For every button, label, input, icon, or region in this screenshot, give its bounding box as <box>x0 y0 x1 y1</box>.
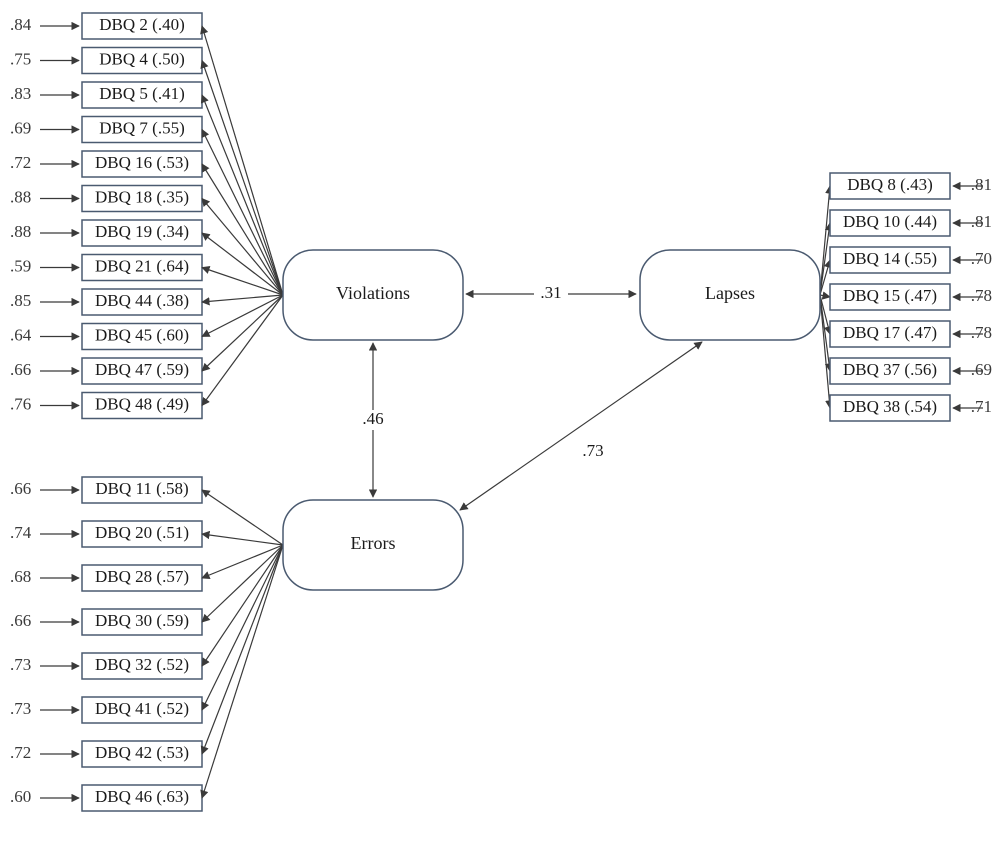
indicator-label: DBQ 44 (.38) <box>95 291 189 310</box>
indicator-label: DBQ 41 (.52) <box>95 699 189 718</box>
indicator-label: DBQ 7 (.55) <box>99 118 184 137</box>
loading-path <box>202 61 283 296</box>
error-variance: .66 <box>10 360 31 379</box>
error-variance: .84 <box>10 15 32 34</box>
error-variance: .66 <box>10 479 31 498</box>
error-variance: .68 <box>10 567 31 586</box>
indicator-label: DBQ 21 (.64) <box>95 256 189 275</box>
error-variance: .88 <box>10 187 31 206</box>
loading-path <box>202 534 283 545</box>
loading-path <box>202 295 283 371</box>
error-variance: .81 <box>971 212 992 231</box>
error-variance: .69 <box>10 118 31 137</box>
indicator-label: DBQ 30 (.59) <box>95 611 189 630</box>
loading-path <box>202 95 283 295</box>
indicator-label: DBQ 16 (.53) <box>95 153 189 172</box>
indicator-label: DBQ 37 (.56) <box>843 360 937 379</box>
error-variance: .78 <box>971 286 992 305</box>
indicator-label: DBQ 47 (.59) <box>95 360 189 379</box>
error-variance: .75 <box>10 49 31 68</box>
error-variance: .88 <box>10 222 31 241</box>
error-variance: .71 <box>971 397 992 416</box>
error-variance: .83 <box>10 84 31 103</box>
loading-path <box>202 26 283 295</box>
indicator-label: DBQ 32 (.52) <box>95 655 189 674</box>
indicator-label: DBQ 17 (.47) <box>843 323 937 342</box>
indicator-label: DBQ 20 (.51) <box>95 523 189 542</box>
latent-errors-label: Errors <box>351 533 396 553</box>
loading-path <box>202 545 283 578</box>
indicator-label: DBQ 42 (.53) <box>95 743 189 762</box>
indicator-label: DBQ 15 (.47) <box>843 286 937 305</box>
indicator-label: DBQ 14 (.55) <box>843 249 937 268</box>
indicator-label: DBQ 28 (.57) <box>95 567 189 586</box>
loading-path <box>202 490 283 545</box>
loading-path <box>202 545 283 754</box>
error-variance: .76 <box>10 394 31 413</box>
sem-path-diagram: .84 DBQ 2 (.40) .75 DBQ 4 (.50) .83 DBQ 5 (.4… <box>0 0 1000 868</box>
error-variance: .72 <box>10 743 31 762</box>
indicator-label: DBQ 2 (.40) <box>99 15 184 34</box>
indicator-label: DBQ 8 (.43) <box>847 175 932 194</box>
indicator-label: DBQ 48 (.49) <box>95 394 189 413</box>
error-variance: .60 <box>10 787 31 806</box>
error-variance: .69 <box>971 360 992 379</box>
indicator-label: DBQ 5 (.41) <box>99 84 184 103</box>
indicator-label: DBQ 46 (.63) <box>95 787 189 806</box>
indicator-label: DBQ 4 (.50) <box>99 49 184 68</box>
indicator-label: DBQ 10 (.44) <box>843 212 937 231</box>
error-variance: .78 <box>971 323 992 342</box>
error-variance: .72 <box>10 153 31 172</box>
indicator-label: DBQ 18 (.35) <box>95 187 189 206</box>
indicator-label: DBQ 45 (.60) <box>95 325 189 344</box>
corr-errors-lapses-value: .73 <box>582 441 603 460</box>
loading-path <box>202 164 283 295</box>
error-variance: .73 <box>10 655 31 674</box>
error-variance: .73 <box>10 699 31 718</box>
loading-path <box>202 545 283 710</box>
corr-violations-errors-value: .46 <box>362 409 383 428</box>
error-variance: .74 <box>10 523 32 542</box>
corr-errors-lapses <box>460 342 702 510</box>
error-variance: .81 <box>971 175 992 194</box>
error-variance: .64 <box>10 325 32 344</box>
error-variance: .70 <box>971 249 992 268</box>
corr-violations-lapses-value: .31 <box>540 283 561 302</box>
indicator-label: DBQ 19 (.34) <box>95 222 189 241</box>
error-variance: .66 <box>10 611 31 630</box>
latent-lapses-label: Lapses <box>705 283 755 303</box>
indicator-label: DBQ 11 (.58) <box>95 479 188 498</box>
latent-violations-label: Violations <box>336 283 410 303</box>
loading-path <box>820 295 830 408</box>
loading-path <box>820 223 830 295</box>
error-variance: .59 <box>10 256 31 275</box>
loading-path <box>820 295 830 297</box>
error-variance: .85 <box>10 291 31 310</box>
indicator-label: DBQ 38 (.54) <box>843 397 937 416</box>
loading-path <box>202 295 283 406</box>
